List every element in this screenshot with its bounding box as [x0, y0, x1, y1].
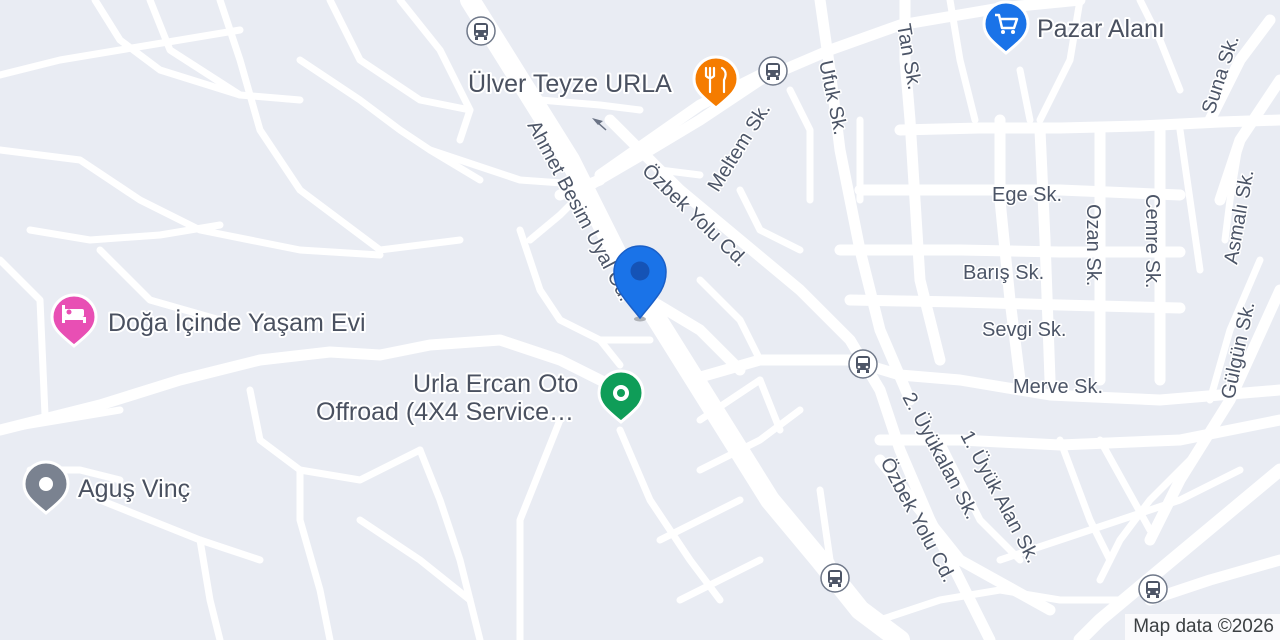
- street-label-ozan: Ozan Sk.: [1082, 204, 1104, 286]
- street-label-baris: Barış Sk.: [963, 262, 1044, 284]
- street-label-merve: Merve Sk.: [1013, 376, 1103, 398]
- map-canvas[interactable]: Ahmet Besim Uyal Cd. Özbek Yolu Cd. Özbe…: [0, 0, 1280, 640]
- poi-label-ercan-line2: Offroad (4X4 Service…: [316, 398, 574, 426]
- bus-stop-icon[interactable]: [820, 563, 850, 593]
- poi-label-doga: Doğa İçinde Yaşam Evi: [108, 308, 366, 337]
- street-label-ege: Ege Sk.: [992, 184, 1062, 206]
- poi-label-ulver: Ülver Teyze URLA: [468, 70, 672, 98]
- bus-stop-icon[interactable]: [466, 16, 496, 46]
- map-attribution: Map data ©2026: [1125, 614, 1280, 640]
- poi-label-pazar: Pazar Alanı: [1037, 15, 1165, 43]
- bus-stop-icon[interactable]: [1138, 574, 1168, 604]
- street-label-sevgi: Sevgi Sk.: [982, 319, 1066, 341]
- bus-stop-icon[interactable]: [848, 349, 878, 379]
- street-label-cemre: Cemre Sk.: [1141, 194, 1163, 288]
- poi-label-agus: Aguş Vinç: [78, 475, 190, 503]
- poi-label-ercan-line1: Urla Ercan Oto: [413, 370, 578, 398]
- bus-stop-icon[interactable]: [758, 56, 788, 86]
